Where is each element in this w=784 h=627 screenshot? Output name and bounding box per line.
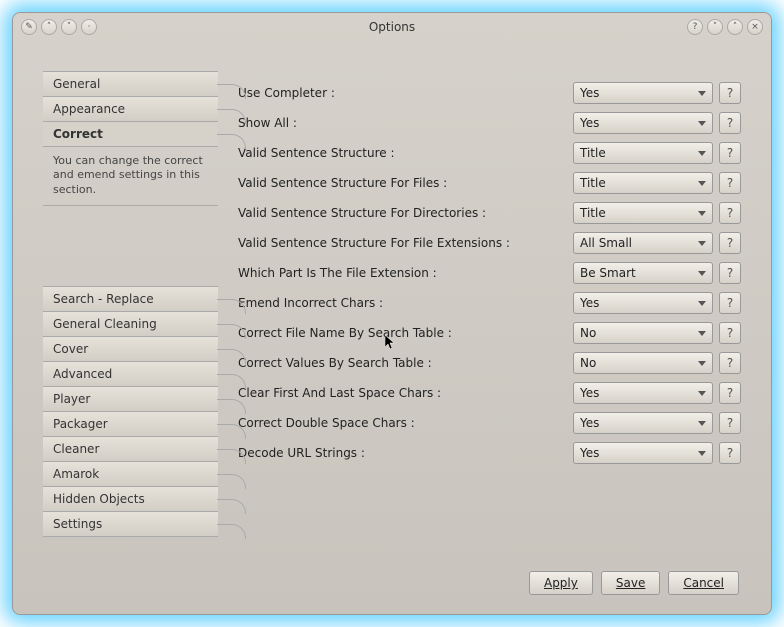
row-correct-double-space: Correct Double Space Chars :Yes? [238, 411, 741, 435]
apply-button[interactable]: Apply [529, 571, 593, 595]
row-clear-space: Clear First And Last Space Chars :Yes? [238, 381, 741, 405]
select-valid-sentence-dirs[interactable]: Title [573, 202, 713, 224]
help-correct-values-table[interactable]: ? [719, 352, 741, 374]
label-valid-sentence-dirs: Valid Sentence Structure For Directories… [238, 206, 573, 220]
help-clear-space[interactable]: ? [719, 382, 741, 404]
row-valid-sentence-dirs: Valid Sentence Structure For Directories… [238, 201, 741, 225]
label-correct-double-space: Correct Double Space Chars : [238, 416, 573, 430]
select-valid-sentence-ext[interactable]: All Small [573, 232, 713, 254]
label-which-part-ext: Which Part Is The File Extension : [238, 266, 573, 280]
help-valid-sentence-dirs[interactable]: ? [719, 202, 741, 224]
select-correct-filename-table[interactable]: No [573, 322, 713, 344]
help-valid-sentence-files[interactable]: ? [719, 172, 741, 194]
row-which-part-ext: Which Part Is The File Extension :Be Sma… [238, 261, 741, 285]
select-decode-url[interactable]: Yes [573, 442, 713, 464]
window-title: Options [97, 20, 687, 34]
row-valid-sentence: Valid Sentence Structure :Title? [238, 141, 741, 165]
help-valid-sentence[interactable]: ? [719, 142, 741, 164]
label-valid-sentence: Valid Sentence Structure : [238, 146, 573, 160]
tab-amarok[interactable]: Amarok [43, 461, 218, 487]
tab-description: You can change the correct and emend set… [43, 146, 218, 206]
select-show-all[interactable]: Yes [573, 112, 713, 134]
help-decode-url[interactable]: ? [719, 442, 741, 464]
row-show-all: Show All :Yes? [238, 111, 741, 135]
label-use-completer: Use Completer : [238, 86, 573, 100]
help-show-all[interactable]: ? [719, 112, 741, 134]
select-clear-space[interactable]: Yes [573, 382, 713, 404]
label-correct-values-table: Correct Values By Search Table : [238, 356, 573, 370]
close-icon[interactable]: × [747, 19, 763, 35]
help-which-part-ext[interactable]: ? [719, 262, 741, 284]
down-icon[interactable]: ˅ [61, 19, 77, 35]
tab-search-replace[interactable]: Search - Replace [43, 286, 218, 312]
tab-packager[interactable]: Packager [43, 411, 218, 437]
row-decode-url: Decode URL Strings :Yes? [238, 441, 741, 465]
tab-correct[interactable]: Correct [43, 121, 218, 147]
tab-appearance[interactable]: Appearance [43, 96, 218, 122]
tab-hidden-objects[interactable]: Hidden Objects [43, 486, 218, 512]
maximize-icon[interactable]: ˄ [727, 19, 743, 35]
select-which-part-ext[interactable]: Be Smart [573, 262, 713, 284]
tab-player[interactable]: Player [43, 386, 218, 412]
row-use-completer: Use Completer :Yes? [238, 81, 741, 105]
label-clear-space: Clear First And Last Space Chars : [238, 386, 573, 400]
footer: Apply Save Cancel [25, 564, 759, 602]
tab-general-cleaning[interactable]: General Cleaning [43, 311, 218, 337]
label-emend-chars: Emend Incorrect Chars : [238, 296, 573, 310]
row-correct-values-table: Correct Values By Search Table :No? [238, 351, 741, 375]
label-valid-sentence-files: Valid Sentence Structure For Files : [238, 176, 573, 190]
tab-general[interactable]: General [43, 71, 218, 97]
select-emend-chars[interactable]: Yes [573, 292, 713, 314]
window: ✎ ˄ ˅ · Options ? ˅ ˄ × GeneralAppearanc… [12, 12, 772, 615]
select-use-completer[interactable]: Yes [573, 82, 713, 104]
settings-panel: Use Completer :Yes?Show All :Yes?Valid S… [238, 71, 741, 546]
tool-icon[interactable]: ✎ [21, 19, 37, 35]
label-correct-filename-table: Correct File Name By Search Table : [238, 326, 573, 340]
sidebar: GeneralAppearanceCorrectYou can change t… [43, 71, 218, 546]
label-decode-url: Decode URL Strings : [238, 446, 573, 460]
tab-cover[interactable]: Cover [43, 336, 218, 362]
help-use-completer[interactable]: ? [719, 82, 741, 104]
tab-advanced[interactable]: Advanced [43, 361, 218, 387]
cancel-button[interactable]: Cancel [668, 571, 739, 595]
label-valid-sentence-ext: Valid Sentence Structure For File Extens… [238, 236, 573, 250]
label-show-all: Show All : [238, 116, 573, 130]
select-correct-double-space[interactable]: Yes [573, 412, 713, 434]
row-valid-sentence-files: Valid Sentence Structure For Files :Titl… [238, 171, 741, 195]
titlebar: ✎ ˄ ˅ · Options ? ˅ ˄ × [13, 13, 771, 41]
help-icon[interactable]: ? [687, 19, 703, 35]
dot-icon[interactable]: · [81, 19, 97, 35]
select-valid-sentence-files[interactable]: Title [573, 172, 713, 194]
help-valid-sentence-ext[interactable]: ? [719, 232, 741, 254]
minimize-icon[interactable]: ˅ [707, 19, 723, 35]
row-valid-sentence-ext: Valid Sentence Structure For File Extens… [238, 231, 741, 255]
row-emend-chars: Emend Incorrect Chars :Yes? [238, 291, 741, 315]
tab-settings[interactable]: Settings [43, 511, 218, 537]
help-correct-filename-table[interactable]: ? [719, 322, 741, 344]
select-valid-sentence[interactable]: Title [573, 142, 713, 164]
select-correct-values-table[interactable]: No [573, 352, 713, 374]
help-correct-double-space[interactable]: ? [719, 412, 741, 434]
up-icon[interactable]: ˄ [41, 19, 57, 35]
tab-cleaner[interactable]: Cleaner [43, 436, 218, 462]
row-correct-filename-table: Correct File Name By Search Table :No? [238, 321, 741, 345]
save-button[interactable]: Save [601, 571, 660, 595]
help-emend-chars[interactable]: ? [719, 292, 741, 314]
